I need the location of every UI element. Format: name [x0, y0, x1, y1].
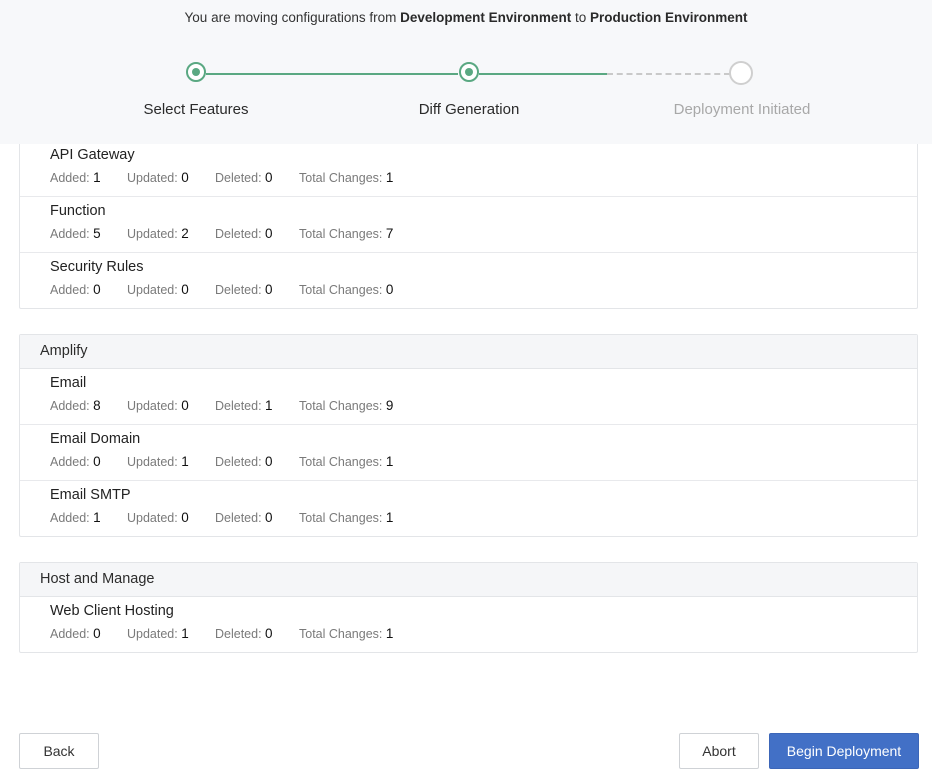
feature-stats: Added: 1 Updated: 0 Deleted: 0 Total Change… — [50, 510, 393, 525]
stat-updated: Updated: 0 — [127, 398, 189, 413]
stat-deleted: Deleted: 0 — [215, 226, 273, 241]
abort-button[interactable]: Abort — [679, 733, 759, 769]
stat-updated: Updated: 0 — [127, 282, 189, 297]
feature-name: Security Rules — [50, 259, 144, 275]
stat-total: Total Changes: 1 — [299, 510, 394, 525]
feature-name: Email — [50, 375, 87, 391]
step-connector-2-pending — [607, 73, 730, 75]
stat-added: Added: 1 — [50, 170, 101, 185]
feature-stats: Added: 8 Updated: 0 Deleted: 1 Total Change… — [50, 398, 393, 413]
feature-name: Web Client Hosting — [50, 603, 174, 619]
feature-group-card: API Gateway Added: 1 Updated: 0 Deleted: 0… — [19, 120, 918, 309]
feature-name: Email Domain — [50, 431, 141, 447]
stat-added: Added: 5 — [50, 226, 101, 241]
stat-deleted: Deleted: 1 — [215, 398, 273, 413]
feature-stats: Added: 1 Updated: 0 Deleted: 0 Total Change… — [50, 170, 393, 185]
feature-row: Security Rules Added: 0 Updated: 0 Deleted… — [20, 253, 917, 308]
feature-group-title: Amplify — [20, 335, 917, 369]
stat-updated: Updated: 2 — [127, 226, 189, 241]
step-label-deployment-initiated: Deployment Initiated — [673, 101, 811, 118]
feature-row: Web Client Hosting Added: 0 Updated: 1 Del… — [20, 597, 917, 652]
feature-name: Function — [50, 203, 106, 219]
stat-updated: Updated: 1 — [127, 626, 189, 641]
stat-added: Added: 0 — [50, 282, 101, 297]
stat-deleted: Deleted: 0 — [215, 282, 273, 297]
stat-total: Total Changes: 0 — [299, 282, 394, 297]
stat-total: Total Changes: 1 — [299, 454, 394, 469]
feature-row: Email SMTP Added: 1 Updated: 0 Deleted: 0 T… — [20, 481, 917, 536]
stat-total: Total Changes: 7 — [299, 226, 394, 241]
stat-deleted: Deleted: 0 — [215, 170, 273, 185]
feature-group-title: Host and Manage — [20, 563, 917, 597]
feature-stats: Added: 0 Updated: 0 Deleted: 0 Total Change… — [50, 282, 393, 297]
feature-group-card-host-and-manage: Host and Manage Web Client Hosting Added… — [19, 562, 918, 653]
stat-added: Added: 0 — [50, 454, 101, 469]
feature-name: API Gateway — [50, 147, 135, 163]
begin-deployment-button[interactable]: Begin Deployment — [769, 733, 919, 769]
stat-total: Total Changes: 9 — [299, 398, 394, 413]
stat-total: Total Changes: 1 — [299, 626, 394, 641]
feature-stats: Added: 0 Updated: 1 Deleted: 0 Total Change… — [50, 626, 393, 641]
feature-row: Email Domain Added: 0 Updated: 1 Deleted: … — [20, 425, 917, 481]
feature-group-card-amplify: Amplify Email Added: 8 Updated: 0 Deleted:… — [19, 334, 918, 537]
stat-deleted: Deleted: 0 — [215, 454, 273, 469]
stat-deleted: Deleted: 0 — [215, 626, 273, 641]
progress-stepper: Select Features Diff Generation Deployme… — [0, 0, 932, 144]
stat-added: Added: 1 — [50, 510, 101, 525]
feature-stats: Added: 0 Updated: 1 Deleted: 0 Total Change… — [50, 454, 393, 469]
wizard-header: You are moving configurations from Devel… — [0, 0, 932, 144]
step-3-pending-icon — [729, 61, 753, 85]
step-2-current-icon — [459, 62, 479, 82]
feature-row: API Gateway Added: 1 Updated: 0 Deleted: 0… — [20, 141, 917, 197]
feature-row: Function Added: 5 Updated: 2 Deleted: 0 Tot… — [20, 197, 917, 253]
stat-added: Added: 8 — [50, 398, 101, 413]
step-1-complete-icon — [186, 62, 206, 82]
feature-stats: Added: 5 Updated: 2 Deleted: 0 Total Change… — [50, 226, 393, 241]
feature-name: Email SMTP — [50, 487, 131, 503]
step-label-diff-generation: Diff Generation — [418, 101, 520, 118]
back-button[interactable]: Back — [19, 733, 99, 769]
stat-updated: Updated: 0 — [127, 170, 189, 185]
step-label-select-features: Select Features — [143, 101, 249, 118]
stat-deleted: Deleted: 0 — [215, 510, 273, 525]
step-connector-1 — [206, 73, 458, 75]
step-connector-2-done — [479, 73, 607, 75]
stat-added: Added: 0 — [50, 626, 101, 641]
stat-updated: Updated: 1 — [127, 454, 189, 469]
feature-row: Email Added: 8 Updated: 0 Deleted: 1 Total … — [20, 369, 917, 425]
stat-total: Total Changes: 1 — [299, 170, 394, 185]
stat-updated: Updated: 0 — [127, 510, 189, 525]
